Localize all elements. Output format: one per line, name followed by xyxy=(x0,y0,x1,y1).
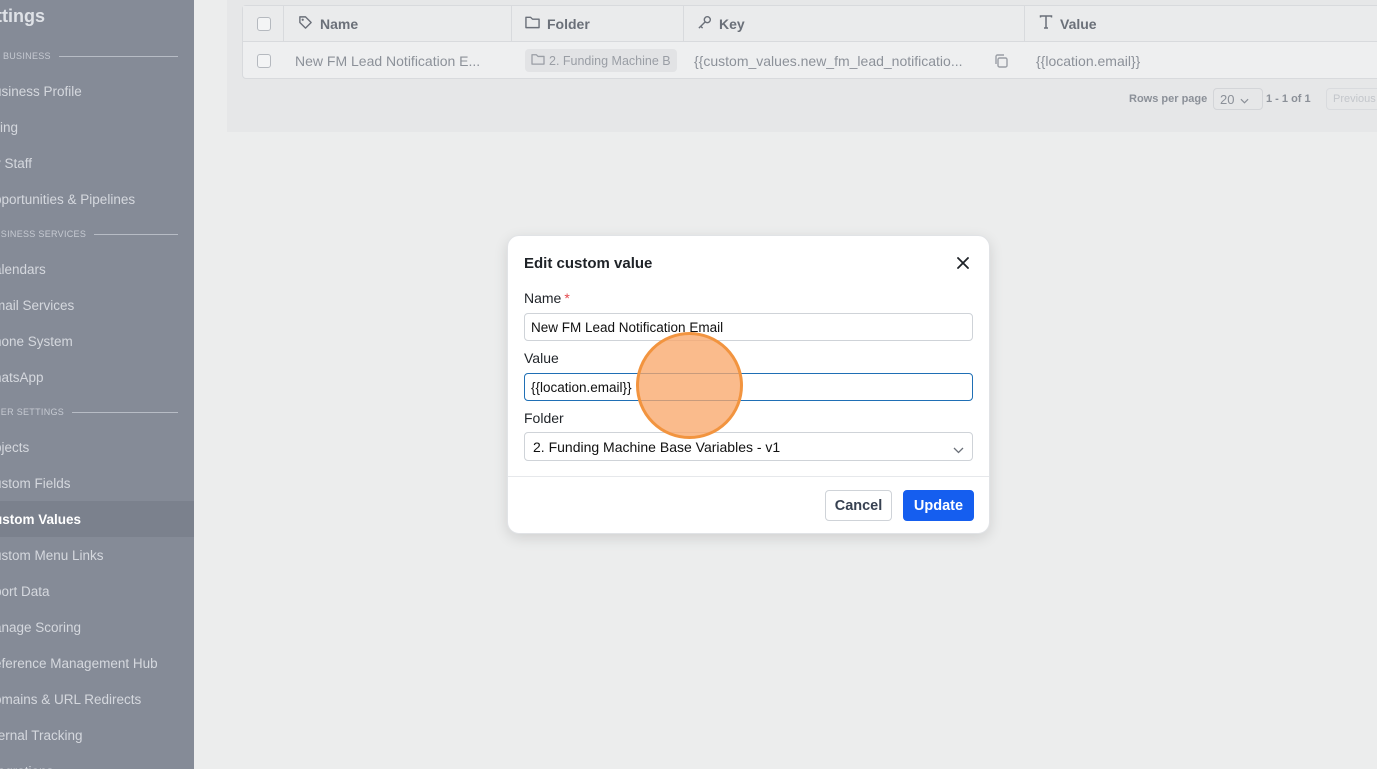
sidebar-item-business-profile[interactable]: usiness Profile xyxy=(0,73,194,109)
name-input[interactable] xyxy=(524,313,973,341)
folder-chip[interactable]: 2. Funding Machine B xyxy=(525,49,677,72)
key-icon xyxy=(697,15,712,33)
sidebar-item-integrations[interactable]: tegrations xyxy=(0,753,194,769)
sidebar-section-other-settings: HER SETTINGS xyxy=(0,406,178,418)
row-value: {{location.email}} xyxy=(1036,52,1141,69)
sidebar-item-preference-management-hub[interactable]: eference Management Hub xyxy=(0,645,194,681)
column-divider xyxy=(283,6,284,41)
modal-footer-divider xyxy=(508,476,989,477)
column-header-folder[interactable]: Folder xyxy=(525,6,590,41)
row-key: {{custom_values.new_fm_lead_notificatio.… xyxy=(694,52,963,69)
select-all-cell xyxy=(257,6,271,41)
column-divider xyxy=(511,6,512,41)
chevron-down-icon xyxy=(1240,92,1249,107)
edit-custom-value-modal: Edit custom value Name* Value Folder 2. … xyxy=(507,235,990,534)
folder-icon xyxy=(525,15,540,32)
rows-per-page-label: Rows per page xyxy=(1129,93,1208,105)
sidebar-item-opportunities-pipelines[interactable]: pportunities & Pipelines xyxy=(0,181,194,217)
sidebar-section-business: Y BUSINESS xyxy=(0,50,178,62)
pagination-range: 1 - 1 of 1 xyxy=(1266,93,1311,105)
folder-select[interactable]: 2. Funding Machine Base Variables - v1 xyxy=(524,432,973,461)
sidebar-section-business-services: USINESS SERVICES xyxy=(0,228,178,240)
row-select-cell xyxy=(257,42,271,79)
rows-per-page-select[interactable]: 20 xyxy=(1213,88,1263,110)
tag-icon xyxy=(298,15,313,33)
column-header-name[interactable]: Name xyxy=(298,6,358,41)
required-mark: * xyxy=(564,290,570,306)
cancel-button[interactable]: Cancel xyxy=(825,490,892,521)
modal-title: Edit custom value xyxy=(524,255,653,272)
sidebar-item-email-services[interactable]: mail Services xyxy=(0,287,194,323)
sidebar-item-whatsapp[interactable]: hatsApp xyxy=(0,359,194,395)
folder-label: Folder xyxy=(524,410,564,426)
chevron-down-icon xyxy=(953,441,964,457)
sidebar-item-custom-fields[interactable]: ustom Fields xyxy=(0,465,194,501)
update-button[interactable]: Update xyxy=(903,490,974,521)
sidebar-item-custom-menu-links[interactable]: ustom Menu Links xyxy=(0,537,194,573)
column-header-key[interactable]: Key xyxy=(697,6,745,41)
sidebar-item-phone-system[interactable]: hone System xyxy=(0,323,194,359)
column-header-value[interactable]: Value xyxy=(1039,6,1097,41)
name-label: Name * xyxy=(524,290,570,306)
custom-values-table: Name Folder Key Value New FM Lead Notifi… xyxy=(242,5,1377,79)
select-all-checkbox[interactable] xyxy=(257,16,271,31)
sidebar-title: ttings xyxy=(0,6,45,26)
table-row[interactable]: New FM Lead Notification E... 2. Funding… xyxy=(243,42,1377,79)
row-folder: 2. Funding Machine B xyxy=(525,42,683,79)
row-name[interactable]: New FM Lead Notification E... xyxy=(295,42,480,79)
value-label: Value xyxy=(524,350,559,366)
sidebar-item-objects[interactable]: bjects xyxy=(0,429,194,465)
text-type-icon xyxy=(1039,15,1053,32)
sidebar-item-domains-url-redirects[interactable]: omains & URL Redirects xyxy=(0,681,194,717)
sidebar-item-import-data[interactable]: port Data xyxy=(0,573,194,609)
row-checkbox[interactable] xyxy=(257,53,271,68)
settings-sidebar: ttings Y BUSINESS usiness Profile lling … xyxy=(0,0,194,769)
close-icon[interactable] xyxy=(954,254,972,272)
sidebar-item-billing[interactable]: lling xyxy=(0,109,194,145)
sidebar-item-manage-scoring[interactable]: anage Scoring xyxy=(0,609,194,645)
sidebar-item-external-tracking[interactable]: ternal Tracking xyxy=(0,717,194,753)
sidebar-item-my-staff[interactable]: y Staff xyxy=(0,145,194,181)
previous-page-button[interactable]: Previous xyxy=(1326,88,1377,110)
sidebar-item-calendars[interactable]: alendars xyxy=(0,251,194,287)
sidebar-item-custom-values[interactable]: ustom Values xyxy=(0,501,194,537)
table-header: Name Folder Key Value xyxy=(243,6,1377,42)
copy-key-icon[interactable] xyxy=(993,42,1009,79)
column-divider xyxy=(683,6,684,41)
value-input[interactable] xyxy=(524,373,973,401)
column-divider xyxy=(1024,6,1025,41)
folder-icon xyxy=(531,53,545,68)
